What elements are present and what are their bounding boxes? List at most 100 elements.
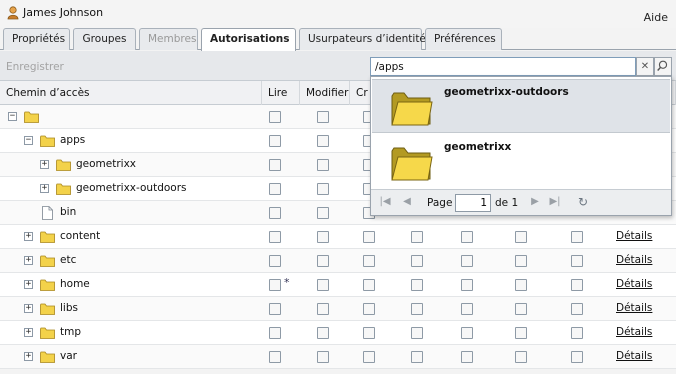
details-link[interactable]: Détails: [616, 254, 652, 266]
search-result-item[interactable]: geometrixx: [372, 135, 670, 189]
tab-preferences[interactable]: Préférences: [425, 28, 502, 50]
expand-icon[interactable]: +: [24, 304, 33, 313]
node-label[interactable]: libs: [60, 302, 78, 314]
node-label[interactable]: geometrixx: [76, 158, 136, 170]
permission-checkbox[interactable]: [317, 351, 329, 363]
tab-impersonators[interactable]: Usurpateurs d’identité: [299, 28, 426, 50]
node-label[interactable]: bin: [60, 206, 76, 218]
node-label[interactable]: home: [60, 278, 90, 290]
permission-checkbox[interactable]: [411, 327, 423, 339]
permission-checkbox[interactable]: [571, 231, 583, 243]
permission-checkbox[interactable]: [269, 207, 281, 219]
permission-checkbox[interactable]: [515, 303, 527, 315]
permission-checkbox[interactable]: [317, 159, 329, 171]
permission-checkbox[interactable]: [411, 303, 423, 315]
permission-checkbox[interactable]: [269, 231, 281, 243]
permission-checkbox[interactable]: [317, 255, 329, 267]
permission-checkbox[interactable]: [461, 327, 473, 339]
permission-checkbox[interactable]: [363, 327, 375, 339]
permission-checkbox[interactable]: [269, 183, 281, 195]
permission-checkbox[interactable]: [515, 231, 527, 243]
permission-checkbox[interactable]: [515, 327, 527, 339]
expand-icon[interactable]: +: [40, 160, 49, 169]
permission-checkbox[interactable]: [515, 351, 527, 363]
first-page-icon[interactable]: |◀: [379, 196, 391, 208]
page-number-input[interactable]: [455, 194, 491, 212]
node-label[interactable]: etc: [60, 254, 76, 266]
permission-checkbox[interactable]: [363, 231, 375, 243]
permission-checkbox[interactable]: [317, 135, 329, 147]
permission-checkbox[interactable]: [571, 255, 583, 267]
permission-checkbox[interactable]: [363, 351, 375, 363]
permission-checkbox[interactable]: [571, 327, 583, 339]
clear-icon: ✕: [640, 61, 650, 72]
tab-groups[interactable]: Groupes: [73, 28, 136, 50]
tab-properties[interactable]: Propriétés: [3, 28, 70, 50]
permission-checkbox[interactable]: [411, 279, 423, 291]
details-link[interactable]: Détails: [616, 326, 652, 338]
permission-checkbox[interactable]: [269, 159, 281, 171]
permission-checkbox[interactable]: [461, 255, 473, 267]
permission-checkbox[interactable]: [269, 135, 281, 147]
permission-checkbox[interactable]: [317, 303, 329, 315]
permission-checkbox[interactable]: [269, 255, 281, 267]
details-link[interactable]: Détails: [616, 230, 652, 242]
node-label[interactable]: var: [60, 350, 77, 362]
node-label[interactable]: content: [60, 230, 100, 242]
permission-checkbox[interactable]: [411, 255, 423, 267]
permission-checkbox[interactable]: [461, 279, 473, 291]
permission-checkbox[interactable]: [411, 231, 423, 243]
expand-icon[interactable]: +: [24, 352, 33, 361]
expand-icon[interactable]: +: [24, 232, 33, 241]
permission-checkbox[interactable]: [515, 279, 527, 291]
permission-checkbox[interactable]: [411, 351, 423, 363]
permission-checkbox[interactable]: [317, 207, 329, 219]
permission-checkbox[interactable]: [571, 303, 583, 315]
expand-icon[interactable]: +: [40, 184, 49, 193]
expand-icon[interactable]: +: [24, 256, 33, 265]
node-label[interactable]: tmp: [60, 326, 81, 338]
node-label[interactable]: apps: [60, 134, 85, 146]
search-result-item[interactable]: geometrixx-outdoors: [372, 79, 670, 133]
permission-checkbox[interactable]: [269, 327, 281, 339]
permission-checkbox[interactable]: [571, 351, 583, 363]
permission-checkbox[interactable]: [363, 279, 375, 291]
permission-checkbox[interactable]: [363, 303, 375, 315]
search-button[interactable]: [654, 57, 672, 76]
permission-checkbox[interactable]: [461, 231, 473, 243]
permission-checkbox[interactable]: [571, 279, 583, 291]
prev-page-icon[interactable]: ◀: [401, 196, 413, 208]
details-link[interactable]: Détails: [616, 302, 652, 314]
collapse-icon[interactable]: −: [24, 136, 33, 145]
permission-checkbox[interactable]: [269, 303, 281, 315]
permission-checkbox[interactable]: [269, 111, 281, 123]
last-page-icon[interactable]: ▶|: [549, 196, 561, 208]
collapse-icon[interactable]: −: [8, 112, 17, 121]
search-input[interactable]: [370, 57, 636, 76]
column-header-path[interactable]: Chemin d’accès: [0, 81, 262, 105]
permission-checkbox[interactable]: [317, 111, 329, 123]
details-link[interactable]: Détails: [616, 278, 652, 290]
permission-checkbox[interactable]: [317, 231, 329, 243]
permission-checkbox[interactable]: [461, 351, 473, 363]
permission-checkbox[interactable]: [317, 279, 329, 291]
permission-checkbox[interactable]: [317, 327, 329, 339]
clear-search-button[interactable]: ✕: [636, 57, 654, 76]
permission-checkbox[interactable]: [269, 279, 281, 291]
expand-icon[interactable]: +: [24, 328, 33, 337]
permission-checkbox[interactable]: [269, 351, 281, 363]
details-link[interactable]: Détails: [616, 350, 652, 362]
permission-checkbox[interactable]: [317, 183, 329, 195]
save-button[interactable]: Enregistrer: [6, 61, 64, 73]
next-page-icon[interactable]: ▶: [529, 196, 541, 208]
tab-permissions[interactable]: Autorisations: [201, 28, 296, 51]
expand-icon[interactable]: +: [24, 280, 33, 289]
help-link[interactable]: Aide: [644, 11, 668, 24]
node-label[interactable]: geometrixx-outdoors: [76, 182, 187, 194]
refresh-icon[interactable]: ↻: [577, 196, 589, 208]
permission-checkbox[interactable]: [461, 303, 473, 315]
permission-checkbox[interactable]: [515, 255, 527, 267]
column-header-modify[interactable]: Modifier: [300, 81, 350, 105]
column-header-read[interactable]: Lire: [262, 81, 300, 105]
permission-checkbox[interactable]: [363, 255, 375, 267]
